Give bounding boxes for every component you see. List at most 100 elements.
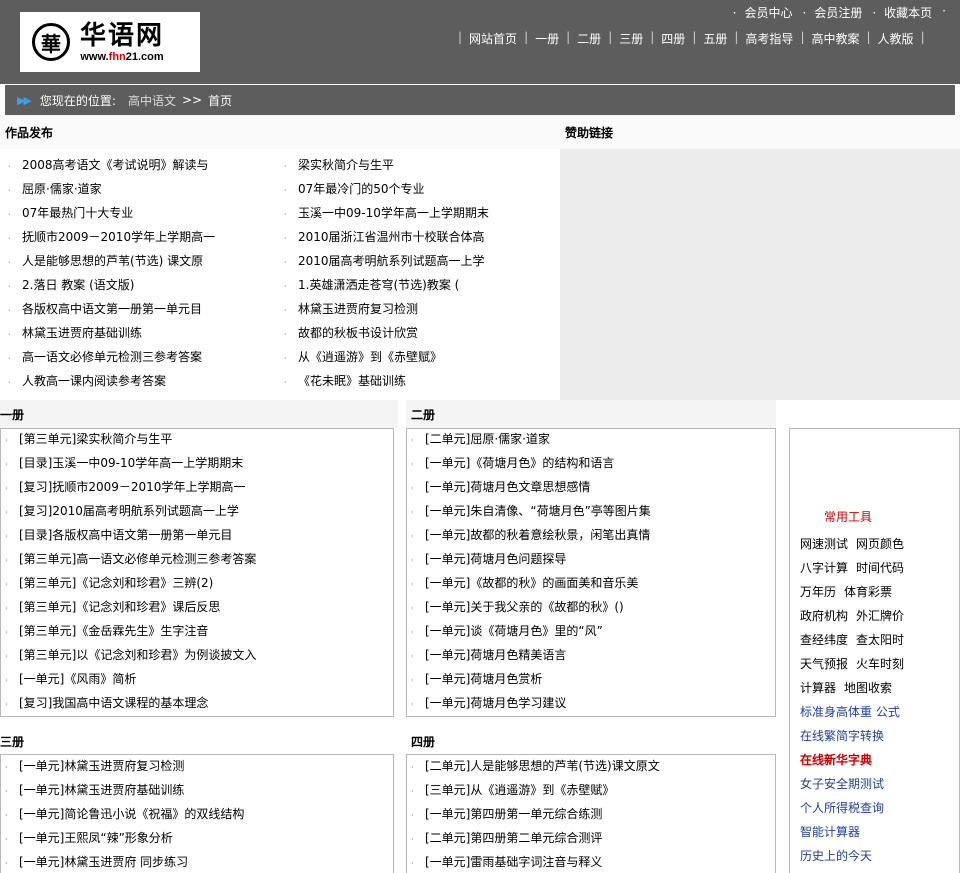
book2-item[interactable]: · [一单元]朱自清像、“荷塘月色”亭等图片集: [411, 499, 773, 523]
tool-link[interactable]: 八字计算: [800, 561, 848, 575]
book2-item[interactable]: · [一单元]《荷塘月色》的结构和语言: [411, 451, 773, 475]
tool-link[interactable]: 地图收索: [844, 681, 892, 695]
book1-item[interactable]: · [第三单元]《记念刘和珍君》三辨(2): [5, 571, 390, 595]
works-item[interactable]: · 梁实秋简介与生平: [284, 153, 554, 177]
tool-link[interactable]: 历史上的今天: [800, 844, 912, 868]
nav-book-3[interactable]: 三册: [612, 30, 650, 47]
bullet-icon: ·: [5, 436, 8, 445]
tool-link[interactable]: 在线繁简字转换: [800, 724, 912, 748]
works-item[interactable]: · 人是能够思想的芦苇(节选) 课文原: [8, 249, 278, 273]
book4-item[interactable]: · [三单元]从《逍遥游》到《赤壁赋》: [411, 778, 773, 802]
book2-item-label: [一单元]关于我父亲的《故都的秋》(): [425, 600, 624, 614]
tool-link[interactable]: 个人所得税查询: [800, 796, 912, 820]
book1-item[interactable]: · [目录]各版权高中语文第一册第一单元目: [5, 523, 390, 547]
tool-link[interactable]: 网速测试: [800, 537, 848, 551]
site-logo[interactable]: 華 华语网 www.fhn21.com: [20, 12, 200, 72]
book3-item[interactable]: · [一单元]林黛玉进贾府 同步练习: [5, 850, 390, 873]
book2-item[interactable]: · [二单元]屈原·儒家·道家: [411, 427, 773, 451]
book2-item[interactable]: · [一单元]荷塘月色学习建议: [411, 691, 773, 715]
works-item[interactable]: · 林黛玉进贾府基础训练: [8, 321, 278, 345]
works-item[interactable]: · 07年最冷门的50个专业: [284, 177, 554, 201]
tool-link[interactable]: 万年历: [800, 585, 836, 599]
nav-home[interactable]: 网站首页: [462, 30, 524, 47]
tool-link[interactable]: 网页颜色: [856, 537, 904, 551]
book2-item[interactable]: · [一单元]荷塘月色精美语言: [411, 643, 773, 667]
book1-item[interactable]: · [第三单元]《金岳霖先生》生字注音: [5, 619, 390, 643]
works-item[interactable]: · 2010届高考明航系列试题高一上学: [284, 249, 554, 273]
works-item[interactable]: · 从《逍遥游》到《赤壁赋》: [284, 345, 554, 369]
book1-item[interactable]: · [目录]玉溪一中09-10学年高一上学期期末: [5, 451, 390, 475]
tool-link[interactable]: 智能计算器: [800, 820, 912, 844]
book1-item[interactable]: · [第三单元]以《记念刘和珍君》为例谈披文入: [5, 643, 390, 667]
tool-link[interactable]: 外汇牌价: [856, 609, 904, 623]
works-title: 作品发布: [0, 115, 560, 149]
tool-link[interactable]: 在线新华字典: [800, 748, 912, 772]
tool-link[interactable]: 政府机构: [800, 609, 848, 623]
book3-item[interactable]: · [一单元]简论鲁迅小说《祝福》的双线结构: [5, 802, 390, 826]
book2-item[interactable]: · [一单元]荷塘月色赏析: [411, 667, 773, 691]
book2-item[interactable]: · [一单元]关于我父亲的《故都的秋》(): [411, 595, 773, 619]
book2-item[interactable]: · [一单元]荷塘月色问题探导: [411, 547, 773, 571]
nav-book-1[interactable]: 一册: [528, 30, 566, 47]
breadcrumb-current: 首页: [208, 93, 233, 108]
tool-link[interactable]: 标准身高体重 公式: [800, 700, 912, 724]
nav-lesson-plans[interactable]: 高中教案: [804, 30, 866, 47]
book3-item[interactable]: · [一单元]林黛玉进贾府基础训练: [5, 778, 390, 802]
works-item[interactable]: · 1.英雄潇洒走苍穹(节选)教案 (: [284, 273, 554, 297]
works-item[interactable]: · 高一语文必修单元检测三参考答案: [8, 345, 278, 369]
book3-item[interactable]: · [一单元]林黛玉进贾府复习检测: [5, 754, 390, 778]
tool-link[interactable]: 体育彩票: [844, 585, 892, 599]
tool-link[interactable]: 火车时刻: [856, 657, 904, 671]
tool-link[interactable]: 查经纬度: [800, 633, 848, 647]
nav-book-5[interactable]: 五册: [696, 30, 734, 47]
bullet-icon: ·: [5, 811, 8, 820]
book1-item[interactable]: · [复习]2010届高考明航系列试题高一上学: [5, 499, 390, 523]
top-link-bookmark[interactable]: · 收藏本页: [872, 4, 932, 21]
book2-item[interactable]: · [一单元]故都的秋着意绘秋景，闲笔出真情: [411, 523, 773, 547]
nav-book-2[interactable]: 二册: [570, 30, 608, 47]
book1-item[interactable]: · [第三单元]高一语文必修单元检测三参考答案: [5, 547, 390, 571]
works-list-right: · 梁实秋简介与生平 · 07年最冷门的50个专业 · 玉溪一中09-10学年高一上学期期…: [284, 153, 554, 393]
book4-item-label: [二单元]第四册第二单元综合测评: [425, 831, 603, 845]
book2-item[interactable]: · [一单元]荷塘月色文章思想感情: [411, 475, 773, 499]
book2-item[interactable]: · [一单元]谈《荷塘月色》里的“风”: [411, 619, 773, 643]
works-item[interactable]: · 《花未眠》基础训练: [284, 369, 554, 393]
book2-item[interactable]: · [一单元]《故都的秋》的画面美和音乐美: [411, 571, 773, 595]
works-item[interactable]: · 2010届浙江省温州市十校联合体高: [284, 225, 554, 249]
tool-link[interactable]: 计算器: [800, 681, 836, 695]
breadcrumb-link[interactable]: 高中语文: [128, 92, 176, 109]
works-item[interactable]: · 07年最热门十大专业: [8, 201, 278, 225]
top-link-member-center[interactable]: · 会员中心: [733, 4, 793, 21]
book2-item-label: [一单元]《故都的秋》的画面美和音乐美: [425, 576, 639, 590]
book4-item[interactable]: · [一单元]第四册第一单元综合练测: [411, 802, 773, 826]
book1-item[interactable]: · [复习]抚顺市2009－2010学年上学期高一: [5, 475, 390, 499]
nav-book-4[interactable]: 四册: [654, 30, 692, 47]
works-item[interactable]: · 人教高一课内阅读参考答案: [8, 369, 278, 393]
book3-item[interactable]: · [一单元]王熙凤“辣”形象分析: [5, 826, 390, 850]
works-item[interactable]: · 故都的秋板书设计欣赏: [284, 321, 554, 345]
top-link-register[interactable]: · 会员注册: [802, 4, 862, 21]
works-item[interactable]: · 抚顺市2009－2010学年上学期高一: [8, 225, 278, 249]
bullet-icon: ·: [5, 604, 8, 613]
tool-link[interactable]: 女子安全期测试: [800, 772, 912, 796]
book1-item-label: [复习]抚顺市2009－2010学年上学期高一: [19, 480, 246, 494]
nav-exam-guide[interactable]: 高考指导: [738, 30, 800, 47]
book1-item[interactable]: · [复习]我国高中语文课程的基本理念: [5, 691, 390, 715]
book4-item[interactable]: · [一单元]雷雨基础字词注音与释义: [411, 850, 773, 873]
works-item[interactable]: · 各版权高中语文第一册第一单元目: [8, 297, 278, 321]
works-item[interactable]: · 屈原·儒家·道家: [8, 177, 278, 201]
works-item[interactable]: · 2008高考语文《考试说明》解读与: [8, 153, 278, 177]
tool-link[interactable]: 查太阳时: [856, 633, 904, 647]
book1-item[interactable]: · [第三单元]梁实秋简介与生平: [5, 427, 390, 451]
book1-item-label: [目录]玉溪一中09-10学年高一上学期期末: [19, 456, 244, 470]
works-item[interactable]: · 玉溪一中09-10学年高一上学期期末: [284, 201, 554, 225]
book1-item[interactable]: · [第三单元]《记念刘和珍君》课后反思: [5, 595, 390, 619]
tool-link[interactable]: 天气预报: [800, 657, 848, 671]
tool-link[interactable]: 时间代码: [856, 561, 904, 575]
works-item[interactable]: · 2.落日 教案 (语文版): [8, 273, 278, 297]
book4-item[interactable]: · [二单元]第四册第二单元综合测评: [411, 826, 773, 850]
works-item[interactable]: · 林黛玉进贾府复习检测: [284, 297, 554, 321]
book4-item[interactable]: · [二单元]人是能够思想的芦苇(节选)课文原文: [411, 754, 773, 778]
book1-item[interactable]: · [一单元]《风雨》简析: [5, 667, 390, 691]
nav-pep-edition[interactable]: 人教版: [871, 30, 921, 47]
